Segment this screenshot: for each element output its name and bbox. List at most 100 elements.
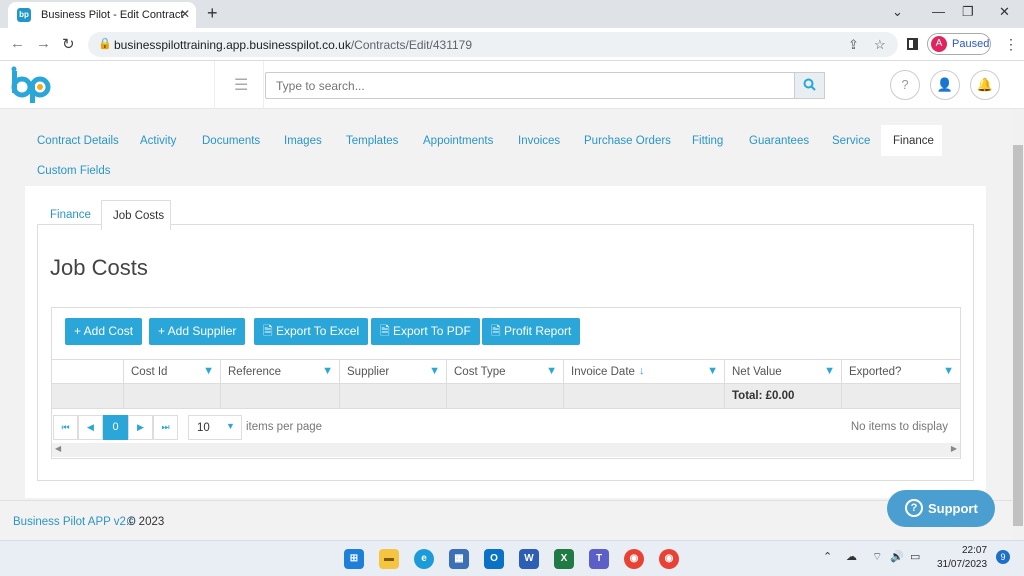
forward-icon[interactable]: → xyxy=(36,35,51,52)
tab-invoices[interactable]: Invoices xyxy=(518,135,560,147)
filter-icon[interactable]: ▼ xyxy=(824,365,835,377)
chrome-icon[interactable]: ◉ xyxy=(624,549,644,569)
chevron-up-icon[interactable]: ⌃ xyxy=(823,550,832,563)
subtab-job-costs[interactable]: Job Costs xyxy=(101,200,171,230)
tab-custom-fields[interactable]: Custom Fields xyxy=(37,165,111,177)
notification-badge[interactable]: 9 xyxy=(996,550,1010,564)
subtab-finance[interactable]: Finance xyxy=(50,209,91,221)
column-header-exported[interactable]: Exported? ▼ xyxy=(841,359,960,384)
filter-icon[interactable]: ▼ xyxy=(203,365,214,377)
column-header-net-value[interactable]: Net Value ▼ xyxy=(724,359,841,384)
tab-purchase-orders[interactable]: Purchase Orders xyxy=(584,135,671,147)
horizontal-scrollbar[interactable]: ◀ ▶ xyxy=(52,443,960,457)
first-page-button[interactable]: ⏮ xyxy=(53,415,78,440)
side-panel-icon[interactable] xyxy=(907,38,918,50)
menu-toggle[interactable]: ☰ xyxy=(214,61,264,109)
back-icon[interactable]: ← xyxy=(10,35,25,52)
volume-icon[interactable]: 🔊 xyxy=(890,550,904,563)
filter-icon[interactable]: ▼ xyxy=(322,365,333,377)
notifications-button[interactable]: 🔔 xyxy=(970,70,1000,100)
browser-tab[interactable]: bp Business Pilot - Edit Contract ✕ xyxy=(8,2,196,28)
export-pdf-button[interactable]: 🗎 Export To PDF xyxy=(371,318,480,345)
current-page-button[interactable]: 0 xyxy=(103,415,128,440)
close-window-icon[interactable]: ✕ xyxy=(999,4,1010,20)
report-file-icon: 🗎 xyxy=(491,324,504,338)
browser-menu-icon[interactable]: ⋮ xyxy=(1004,36,1018,53)
file-explorer-icon[interactable]: ▬ xyxy=(379,549,399,569)
tab-activity[interactable]: Activity xyxy=(140,135,176,147)
windows-start-icon[interactable]: ⊞ xyxy=(344,549,364,569)
footer-cell xyxy=(339,384,446,409)
filter-icon[interactable]: ▼ xyxy=(546,365,557,377)
column-header-supplier[interactable]: Supplier ▼ xyxy=(339,359,446,384)
filter-icon[interactable]: ▼ xyxy=(429,365,440,377)
total-value: Total: £0.00 xyxy=(732,390,795,402)
support-button[interactable]: ? Support xyxy=(887,490,995,527)
clock-time[interactable]: 22:07 xyxy=(962,545,987,556)
profit-report-label: Profit Report xyxy=(503,324,572,338)
tab-fitting[interactable]: Fitting xyxy=(692,135,723,147)
user-button[interactable]: 👤 xyxy=(930,70,960,100)
scroll-right-icon[interactable]: ▶ xyxy=(951,444,957,453)
edge-icon[interactable]: e xyxy=(414,549,434,569)
filter-icon[interactable]: ▼ xyxy=(707,365,718,377)
share-icon[interactable]: ⇪ xyxy=(848,37,859,53)
minimize-icon[interactable]: — xyxy=(932,4,945,19)
page-scrollbar-thumb[interactable] xyxy=(1013,145,1023,526)
url-host: businesspilottraining.app.businesspilot.… xyxy=(114,38,351,52)
profit-report-button[interactable]: 🗎 Profit Report xyxy=(482,318,581,345)
search-icon xyxy=(803,78,816,94)
column-header-invoice-date[interactable]: Invoice Date ↓ ▼ xyxy=(563,359,724,384)
onedrive-icon[interactable]: ☁ xyxy=(846,550,857,563)
page-size-select[interactable]: 10 ▼ xyxy=(188,415,242,440)
restore-icon[interactable]: ❐ xyxy=(962,4,974,20)
tab-templates[interactable]: Templates xyxy=(346,135,398,147)
word-icon[interactable]: W xyxy=(519,549,539,569)
teams-icon[interactable]: T xyxy=(589,549,609,569)
footer-cell xyxy=(52,384,123,409)
url-field[interactable]: 🔒 businesspilottraining.app.businesspilo… xyxy=(88,32,898,57)
no-items-message: No items to display xyxy=(850,421,948,433)
new-tab-icon[interactable]: + xyxy=(207,3,218,24)
add-supplier-button[interactable]: + Add Supplier xyxy=(149,318,246,345)
column-header-cost-id[interactable]: Cost Id ▼ xyxy=(123,359,220,384)
tab-contract-details[interactable]: Contract Details xyxy=(37,135,119,147)
tab-finance[interactable]: Finance xyxy=(893,135,934,147)
user-icon: 👤 xyxy=(936,77,954,92)
tab-images[interactable]: Images xyxy=(284,135,322,147)
close-tab-icon[interactable]: ✕ xyxy=(180,7,190,21)
help-button[interactable]: ? xyxy=(890,70,920,100)
store-icon[interactable]: ▦ xyxy=(449,549,469,569)
outlook-icon[interactable]: O xyxy=(484,549,504,569)
column-label: Cost Id xyxy=(131,366,168,378)
search-button[interactable] xyxy=(794,72,825,99)
bookmark-star-icon[interactable]: ☆ xyxy=(874,37,886,53)
next-page-button[interactable]: ▶ xyxy=(128,415,153,440)
chrome-profile-icon[interactable]: ◉ xyxy=(659,549,679,569)
business-pilot-logo[interactable] xyxy=(10,65,56,103)
items-per-page-label: items per page xyxy=(246,421,323,433)
subtab-job-costs-label: Job Costs xyxy=(113,210,165,222)
wifi-icon[interactable]: ⌔ xyxy=(872,550,882,564)
clock-date[interactable]: 31/07/2023 xyxy=(937,559,987,570)
sort-descending-icon: ↓ xyxy=(639,365,645,377)
export-excel-button[interactable]: 🗎 Export To Excel xyxy=(254,318,369,345)
search-input[interactable] xyxy=(265,72,795,99)
app-version-link[interactable]: Business Pilot APP v2.0 xyxy=(13,516,136,528)
reload-icon[interactable]: ↻ xyxy=(62,35,75,53)
column-header-reference[interactable]: Reference ▼ xyxy=(220,359,339,384)
excel-icon[interactable]: X xyxy=(554,549,574,569)
scroll-left-icon[interactable]: ◀ xyxy=(55,444,61,453)
tab-appointments[interactable]: Appointments xyxy=(423,135,493,147)
tab-documents[interactable]: Documents xyxy=(202,135,260,147)
column-header-cost-type[interactable]: Cost Type ▼ xyxy=(446,359,563,384)
last-page-button[interactable]: ⏭ xyxy=(153,415,178,440)
tab-service[interactable]: Service xyxy=(832,135,870,147)
previous-page-button[interactable]: ◀ xyxy=(78,415,103,440)
filter-icon[interactable]: ▼ xyxy=(943,365,954,377)
tab-search-icon[interactable]: ⌄ xyxy=(892,4,903,20)
add-cost-button[interactable]: + Add Cost xyxy=(65,318,143,345)
battery-icon[interactable]: ▭ xyxy=(910,550,920,563)
tab-guarantees[interactable]: Guarantees xyxy=(749,135,809,147)
profile-button[interactable]: A Paused xyxy=(927,33,991,55)
